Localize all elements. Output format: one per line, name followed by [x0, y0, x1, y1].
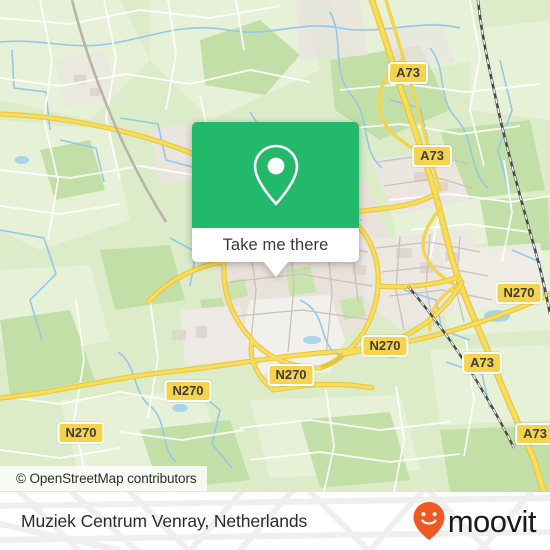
road-shield-n270[interactable]: N270 — [267, 364, 315, 386]
road-shield-a73[interactable]: A73 — [412, 145, 452, 167]
place-title: Muziek Centrum Venray, Netherlands — [21, 492, 307, 550]
road-shield-a73[interactable]: A73 — [462, 352, 502, 374]
map-canvas[interactable]: A73 A73 N270 A73 N270 N270 N270 N270 A73 © OpenS… — [0, 0, 550, 492]
callout-pointer-tail — [262, 261, 289, 277]
moovit-wordmark: moovit — [447, 503, 537, 539]
road-shield-n270[interactable]: N270 — [361, 335, 409, 357]
road-shield-a73[interactable]: A73 — [388, 62, 428, 84]
moovit-pin-smiley-icon — [413, 502, 445, 540]
osm-attribution: © OpenStreetMap contributors — [0, 466, 207, 491]
moovit-logo[interactable]: moovit — [412, 492, 537, 550]
place-title-text: Muziek Centrum Venray, Netherlands — [21, 510, 308, 531]
callout-icon-panel — [192, 122, 359, 228]
road-shield-n270[interactable]: N270 — [57, 422, 105, 444]
road-shield-n270[interactable]: N270 — [164, 380, 212, 402]
road-shield-a73[interactable]: A73 — [515, 423, 550, 445]
road-shield-n270[interactable]: N270 — [495, 282, 543, 304]
map-screenshot-root: A73 A73 N270 A73 N270 N270 N270 N270 A73 © OpenS… — [0, 0, 550, 550]
take-me-there-label: Take me there — [222, 235, 329, 254]
callout-action-panel[interactable]: Take me there — [192, 228, 359, 262]
location-callout-card[interactable]: Take me there — [192, 122, 359, 277]
map-pin-icon — [253, 144, 298, 206]
osm-attribution-text: © OpenStreetMap contributors — [16, 471, 197, 486]
bottom-info-bar: Muziek Centrum Venray, Netherlands moovi… — [0, 492, 550, 550]
